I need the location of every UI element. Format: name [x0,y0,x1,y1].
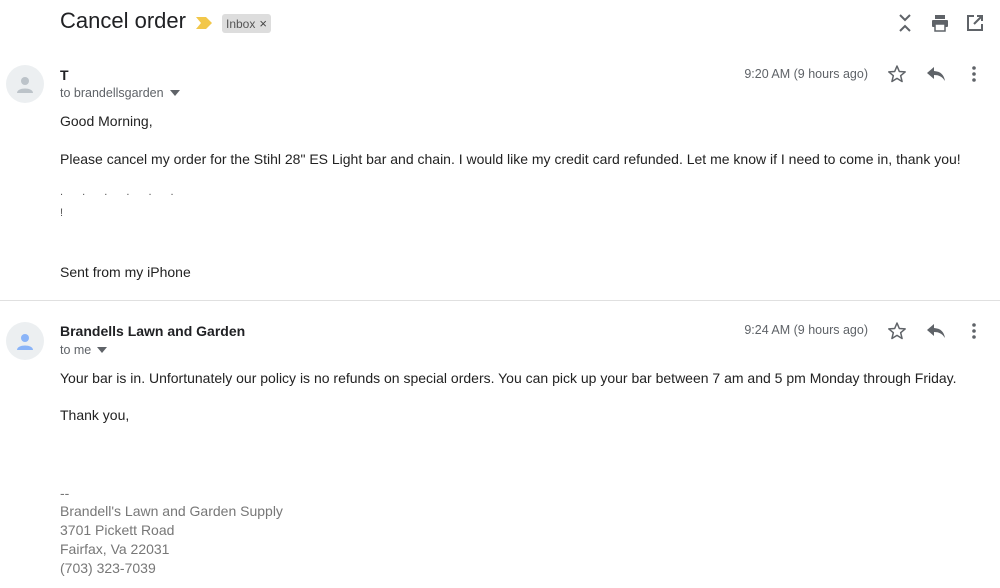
reply-icon [927,67,945,81]
chevron-down-icon[interactable] [97,347,108,353]
recipient-details[interactable]: to brandellsgarden [60,86,180,100]
star-icon [888,322,906,340]
email-subject: Cancel order [60,8,186,33]
more-vert-icon [972,66,976,82]
signature-line: 3701 Pickett Road [60,522,175,538]
star-button[interactable] [886,320,908,342]
signature-line: Fairfax, Va 22031 [60,541,170,557]
reply-button[interactable] [925,320,947,342]
reply-icon [927,324,945,338]
label-chip-text: Inbox [226,16,256,31]
message-signature: Sent from my iPhone [60,264,191,280]
star-button[interactable] [886,63,908,85]
recipient-text: to brandellsgarden [60,86,164,100]
recipient-text: to me [60,343,92,357]
default-avatar-icon [17,77,33,93]
avatar[interactable] [6,322,44,360]
remove-label-button[interactable]: × [259,16,267,31]
default-avatar-icon [17,334,33,350]
message-divider [0,300,1000,301]
inbox-label-chip: Inbox × [222,14,271,33]
message-body-line: Your bar is in. Unfortunately our policy… [60,370,957,386]
star-icon [888,65,906,83]
recipient-details[interactable]: to me [60,343,108,357]
signature-line: -- [60,485,70,501]
message-body-line: Good Morning, [60,113,153,129]
message-body-line: Thank you, [60,407,130,423]
sender-name[interactable]: T [60,67,69,83]
more-options-button[interactable] [963,320,985,342]
signature-line: Brandell's Lawn and Garden Supply [60,503,283,519]
message-body-line: Please cancel my order for the Stihl 28"… [60,151,961,167]
more-options-button[interactable] [963,63,985,85]
message-timestamp: 9:20 AM (9 hours ago) [744,67,868,81]
more-vert-icon [972,323,976,339]
sender-name[interactable]: Brandells Lawn and Garden [60,323,245,339]
reply-button[interactable] [925,63,947,85]
signature-line: (703) 323-7039 [60,560,156,576]
avatar[interactable] [6,65,44,103]
collapse-all-icon [899,14,911,32]
print-button[interactable] [929,12,951,34]
message-timestamp: 9:24 AM (9 hours ago) [744,323,868,337]
chevron-down-icon[interactable] [169,90,180,96]
redacted-text: ! [60,207,72,219]
collapse-all-button[interactable] [894,12,916,34]
open-in-new-window-button[interactable] [964,12,986,34]
redacted-text: . . . . . . [60,186,182,198]
open-in-new-window-icon [967,15,983,31]
importance-marker-icon[interactable] [195,16,213,30]
print-icon [932,15,948,32]
